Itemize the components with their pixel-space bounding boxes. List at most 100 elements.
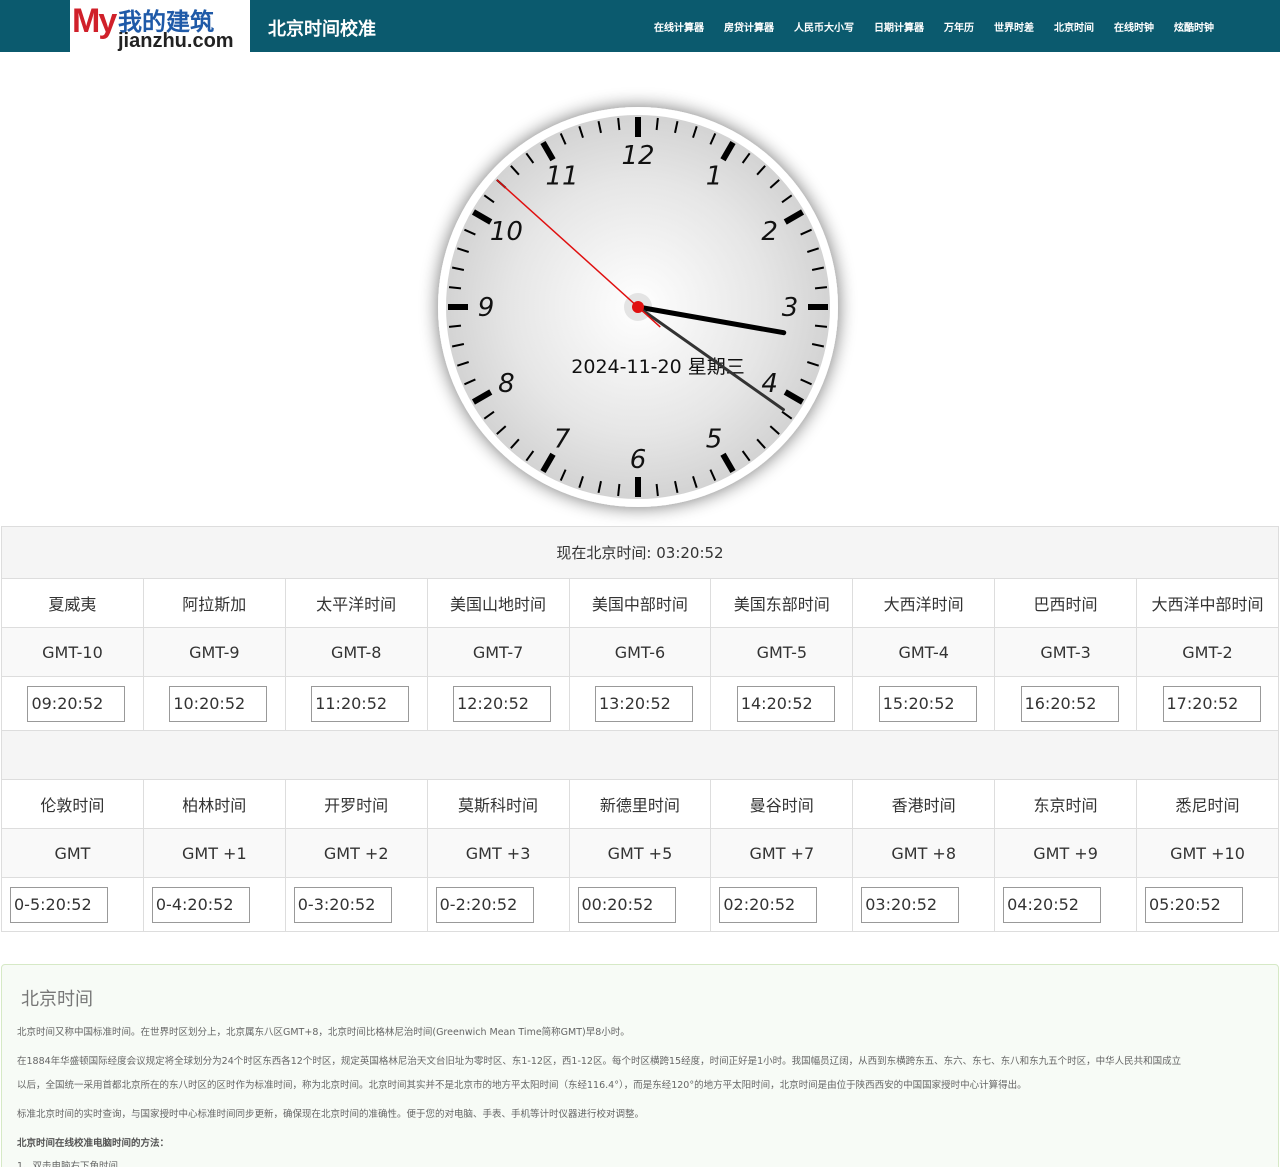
zone-name: 大西洋中部时间 (1136, 578, 1279, 628)
article-paragraph: 在1884年华盛顿国际经度会议规定将全球划分为24个时区东西各12个时区，规定英… (17, 1056, 1182, 1067)
zone-time-field[interactable] (435, 886, 534, 923)
logo-domain-text: jianzhu.com (118, 30, 234, 52)
clock-numeral: 8 (498, 369, 515, 399)
zone-time-field[interactable] (1020, 685, 1119, 722)
zone-name: 柏林时间 (142, 779, 286, 829)
zone-time-field[interactable] (594, 685, 693, 722)
zone-time-field[interactable] (293, 886, 392, 923)
nav-date-calculator[interactable]: 日期计算器 (864, 19, 934, 34)
zone-offset: GMT (1, 828, 144, 878)
clock-numeral: 12 (621, 141, 654, 171)
clock-numeral: 6 (630, 445, 647, 475)
nav-mortgage-calculator[interactable]: 房贷计算器 (714, 19, 784, 34)
zone-offset: GMT-3 (994, 627, 1137, 677)
zone-time-field[interactable] (878, 685, 977, 722)
zone-time-cell (1, 676, 144, 731)
article-paragraph: 北京时间又称中国标准时间。在世界时区划分上，北京属东八区GMT+8，北京时间比格… (17, 1027, 630, 1038)
zone-time-field[interactable] (453, 685, 552, 722)
zone-time-cell (426, 676, 570, 731)
clock-numeral: 5 (706, 425, 723, 455)
nav-cool-clock[interactable]: 炫酷时钟 (1164, 19, 1224, 34)
zone-time-cell (568, 676, 712, 731)
zone-offset: GMT-6 (568, 627, 712, 677)
clock-minute-tick (814, 324, 828, 328)
zone-offset: GMT +9 (994, 828, 1137, 878)
clock-numeral: 1 (706, 161, 723, 191)
site-logo[interactable]: My 我的建筑 jianzhu.com (70, 0, 250, 52)
zone-offset: GMT +1 (142, 828, 286, 878)
zone-offset: GMT-10 (1, 627, 144, 677)
clock-minute-tick (617, 483, 621, 497)
clock-numeral: 2 (761, 217, 778, 247)
clock-date-text: 2024-11-20 星期三 (571, 356, 744, 378)
zone-name: 东京时间 (994, 779, 1137, 829)
zone-time-field[interactable] (1003, 886, 1102, 923)
nav-perpetual-calendar[interactable]: 万年历 (934, 19, 984, 34)
zone-time-cell (1, 877, 144, 932)
zone-time-cell (142, 877, 286, 932)
nav-online-clock[interactable]: 在线时钟 (1104, 19, 1164, 34)
logo-my-text: My (72, 2, 117, 40)
zone-time-field[interactable] (719, 886, 818, 923)
clock-center-pin (632, 301, 644, 313)
zone-time-field[interactable] (27, 685, 126, 722)
clock-minute-tick (617, 117, 621, 131)
zone-offsets-row-1: GMT-10 GMT-9 GMT-8 GMT-7 GMT-6 GMT-5 GMT… (1, 627, 1279, 677)
nav-rmb-uppercase[interactable]: 人民币大小写 (784, 19, 864, 34)
site-title[interactable]: 北京时间校准 (268, 15, 376, 41)
world-time-table: 现在北京时间: 03:20:52 夏威夷 阿拉斯加 太平洋时间 美国山地时间 美… (1, 526, 1279, 932)
zone-time-cell (426, 877, 570, 932)
beijing-time-row: 现在北京时间: 03:20:52 (1, 526, 1279, 579)
zone-time-cell (852, 676, 996, 731)
zone-time-field[interactable] (1145, 886, 1243, 923)
zone-times-row-2 (1, 877, 1279, 932)
main-nav: 在线计算器 房贷计算器 人民币大小写 日期计算器 万年历 世界时差 北京时间 在… (644, 0, 1224, 52)
clock-minute-tick (814, 286, 828, 290)
beijing-time-cell: 现在北京时间: 03:20:52 (1, 526, 1279, 579)
beijing-time-label: 现在北京时间: (556, 544, 652, 562)
beijing-time-value: 03:20:52 (656, 544, 724, 562)
zone-offset: GMT +3 (426, 828, 570, 878)
nav-online-calculator[interactable]: 在线计算器 (644, 19, 714, 34)
zone-times-row-1 (1, 676, 1279, 731)
zone-name: 大西洋时间 (852, 578, 996, 628)
zone-time-cell (1136, 676, 1279, 731)
zone-time-field[interactable] (151, 886, 250, 923)
clock-minute-tick (655, 483, 659, 497)
zone-time-field[interactable] (10, 886, 108, 923)
zone-time-cell (994, 676, 1137, 731)
zone-name: 夏威夷 (1, 578, 144, 628)
zone-name: 美国中部时间 (568, 578, 712, 628)
zone-time-field[interactable] (169, 685, 268, 722)
clock-numeral: 9 (478, 293, 495, 323)
zone-offset: GMT +2 (284, 828, 428, 878)
article-step: 1、双击电脑右下角时间 (17, 1161, 119, 1167)
zone-time-cell (568, 877, 712, 932)
article-method-heading: 北京时间在线校准电脑时间的方法： (17, 1138, 170, 1149)
zone-time-field[interactable] (1162, 685, 1261, 722)
zone-time-field[interactable] (577, 886, 676, 923)
zone-name: 香港时间 (852, 779, 996, 829)
zone-name: 美国东部时间 (710, 578, 854, 628)
table-spacer-row (1, 730, 1279, 780)
clock-minute-tick (655, 117, 659, 131)
zone-time-cell (852, 877, 996, 932)
top-navbar: My 我的建筑 jianzhu.com 北京时间校准 在线计算器 房贷计算器 人… (0, 0, 1280, 52)
zone-name: 太平洋时间 (284, 578, 428, 628)
zone-name: 美国山地时间 (426, 578, 570, 628)
clock-numeral: 3 (782, 293, 799, 323)
nav-world-time-difference[interactable]: 世界时差 (984, 19, 1044, 34)
zone-time-field[interactable] (861, 886, 960, 923)
zone-offset: GMT-2 (1136, 627, 1279, 677)
nav-beijing-time[interactable]: 北京时间 (1044, 19, 1104, 34)
clock-numeral: 10 (490, 217, 523, 247)
clock-minute-tick (448, 286, 462, 290)
zone-names-row-1: 夏威夷 阿拉斯加 太平洋时间 美国山地时间 美国中部时间 美国东部时间 大西洋时… (1, 578, 1279, 628)
table-spacer-cell (1, 730, 1279, 780)
zone-time-field[interactable] (311, 685, 410, 722)
zone-offsets-row-2: GMT GMT +1 GMT +2 GMT +3 GMT +5 GMT +7 G… (1, 828, 1279, 878)
article-paragraph: 以后，全国统一采用首都北京所在的东八时区的区时作为标准时间，称为北京时间。北京时… (17, 1080, 1027, 1091)
zone-time-cell (284, 676, 428, 731)
zone-name: 开罗时间 (284, 779, 428, 829)
zone-time-field[interactable] (736, 685, 835, 722)
